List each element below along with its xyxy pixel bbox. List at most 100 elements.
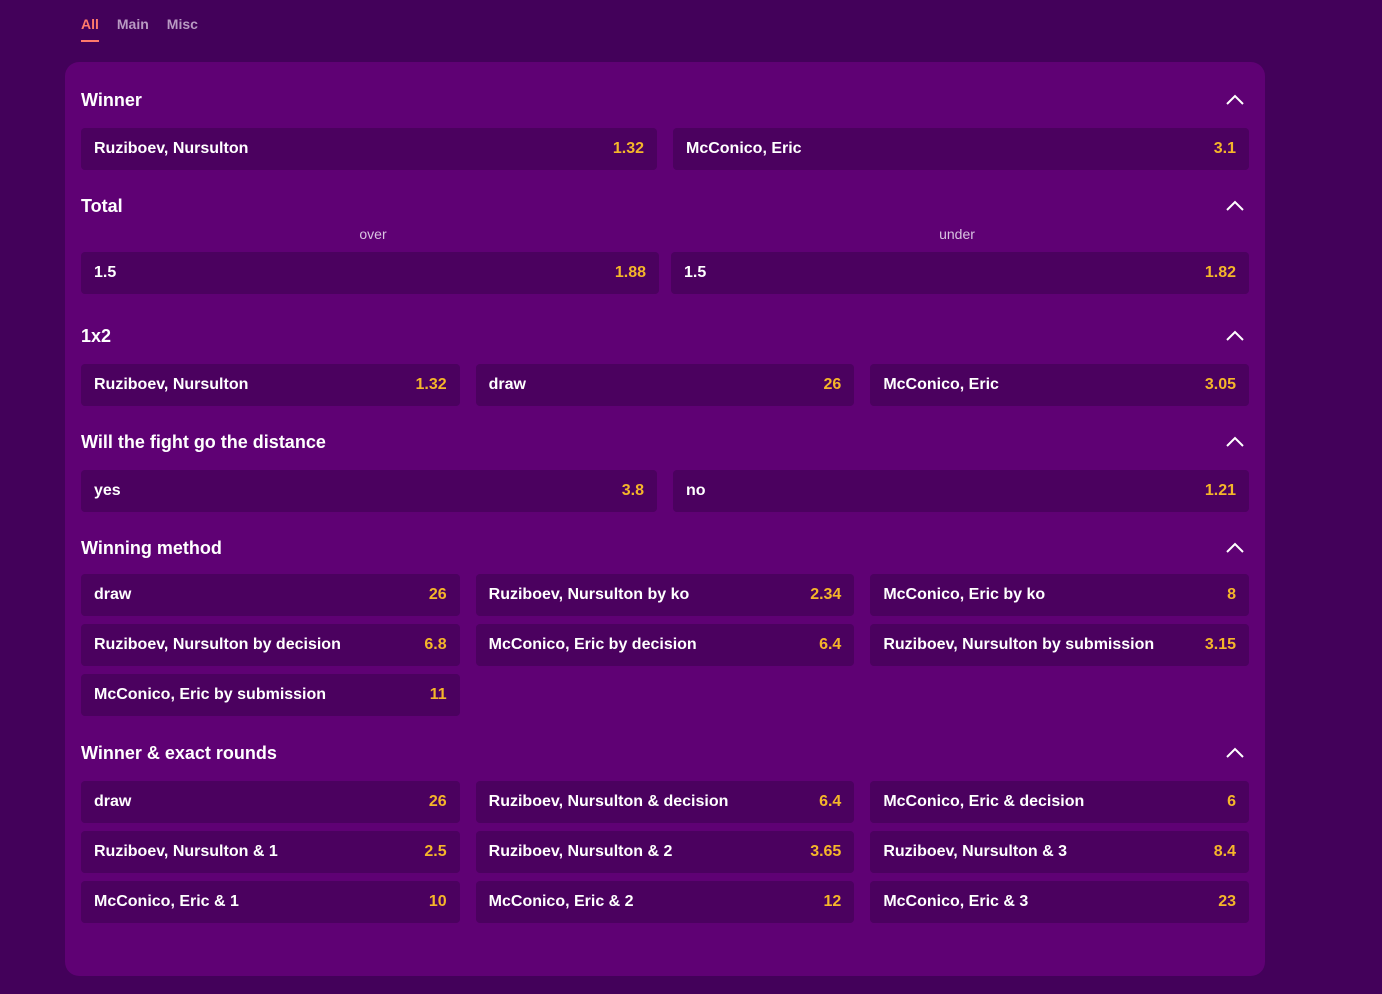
tab-misc[interactable]: Misc <box>167 16 198 40</box>
odds-grid: draw 26 Ruziboev, Nursulton & decision 6.4… <box>81 781 1249 923</box>
market-winning-method: Winning method draw 26 Ruziboev, Nursulto… <box>81 534 1249 716</box>
market-header[interactable]: 1x2 <box>81 322 1249 350</box>
odd-label: Ruziboev, Nursulton & 1 <box>94 843 278 860</box>
odds-grid: draw 26 Ruziboev, Nursulton by ko 2.34 McC… <box>81 574 1249 716</box>
market-total: Total over under 1.5 1.88 1.5 1.82 <box>81 192 1249 294</box>
odd-label: McConico, Eric by submission <box>94 686 327 703</box>
market-title: Winner & exact rounds <box>81 743 277 763</box>
odd-label: McConico, Eric by decision <box>488 636 697 653</box>
market-title: Winning method <box>81 538 222 558</box>
odd-label: McConico, Eric & 1 <box>94 893 239 910</box>
odd-button[interactable]: Ruziboev, Nursulton by decision 6.8 <box>81 624 460 666</box>
market-title: Winner <box>81 90 142 110</box>
odd-label: Ruziboev, Nursulton & 2 <box>488 843 673 860</box>
odd-label: Ruziboev, Nursulton by decision <box>94 636 341 653</box>
odd-value: 26 <box>428 586 447 603</box>
odds-grid: 1.5 1.88 1.5 1.82 <box>81 252 1249 294</box>
market-title: 1x2 <box>81 326 112 346</box>
odd-value: 6.4 <box>819 793 842 810</box>
chevron-up-icon[interactable] <box>1225 743 1245 763</box>
odd-value: 26 <box>428 793 447 810</box>
market-title: Total <box>81 196 123 216</box>
odd-button[interactable]: McConico, Eric & 1 10 <box>81 881 460 923</box>
market-header[interactable]: Total <box>81 192 1249 220</box>
odd-button[interactable]: Ruziboev, Nursulton & 2 3.65 <box>475 831 855 873</box>
odd-value: 10 <box>428 893 447 910</box>
odd-button[interactable]: McConico, Eric by submission 11 <box>81 674 460 716</box>
odd-button[interactable]: McConico, Eric & decision 6 <box>870 781 1249 823</box>
odd-label: 1.5 <box>94 264 117 281</box>
odd-button[interactable]: draw 26 <box>81 574 460 616</box>
chevron-up-icon[interactable] <box>1225 326 1245 346</box>
odd-value: 2.5 <box>424 843 447 860</box>
odd-label: no <box>686 482 706 499</box>
odd-label: yes <box>94 482 121 499</box>
odd-button[interactable]: yes 3.8 <box>81 470 657 512</box>
market-header[interactable]: Winner <box>81 86 1249 114</box>
odd-button[interactable]: McConico, Eric & 3 23 <box>870 881 1249 923</box>
odd-value: 1.82 <box>1204 264 1236 281</box>
chevron-up-icon[interactable] <box>1225 538 1245 558</box>
odd-label: Ruziboev, Nursulton & 3 <box>883 843 1068 860</box>
odd-button[interactable]: Ruziboev, Nursulton & 3 8.4 <box>870 831 1249 873</box>
odds-grid: Ruziboev, Nursulton 1.32 McConico, Eric 3.… <box>81 128 1249 170</box>
market-winner: Winner Ruziboev, Nursulton 1.32 McConico,… <box>81 86 1249 170</box>
markets-panel: Winner Ruziboev, Nursulton 1.32 McConico,… <box>65 62 1265 976</box>
odd-label: Ruziboev, Nursulton <box>94 140 249 157</box>
odd-value: 3.8 <box>621 482 644 499</box>
odd-button[interactable]: McConico, Eric by decision 6.4 <box>475 624 855 666</box>
odd-button[interactable]: Ruziboev, Nursulton 1.32 <box>81 364 460 406</box>
odd-button[interactable]: McConico, Eric 3.05 <box>870 364 1249 406</box>
odd-button[interactable]: Ruziboev, Nursulton by ko 2.34 <box>475 574 855 616</box>
odd-value: 1.32 <box>612 140 644 157</box>
odd-button[interactable]: draw 26 <box>475 364 855 406</box>
odd-label: McConico, Eric by ko <box>883 586 1046 603</box>
chevron-up-icon[interactable] <box>1225 90 1245 110</box>
odd-value: 6.4 <box>819 636 842 653</box>
odd-button[interactable]: McConico, Eric & 2 12 <box>475 881 855 923</box>
market-header[interactable]: Winner & exact rounds <box>81 739 1249 767</box>
odd-label: draw <box>488 376 526 393</box>
odd-label: McConico, Eric <box>883 376 999 393</box>
market-tabs: All Main Misc <box>81 16 198 42</box>
odd-value: 8 <box>1227 586 1236 603</box>
tab-main[interactable]: Main <box>117 16 149 40</box>
chevron-up-icon[interactable] <box>1225 432 1245 452</box>
chevron-up-icon[interactable] <box>1225 196 1245 216</box>
odds-grid: yes 3.8 no 1.21 <box>81 470 1249 512</box>
odd-button[interactable]: Ruziboev, Nursulton & 1 2.5 <box>81 831 460 873</box>
odd-button[interactable]: 1.5 1.82 <box>671 252 1249 294</box>
odd-button[interactable]: McConico, Eric by ko 8 <box>870 574 1249 616</box>
odd-value: 6.8 <box>424 636 447 653</box>
market-header[interactable]: Winning method <box>81 534 1249 562</box>
odd-value: 1.88 <box>614 264 646 281</box>
odd-button[interactable]: Ruziboev, Nursulton by submission 3.15 <box>870 624 1249 666</box>
tab-all[interactable]: All <box>81 16 99 42</box>
total-subheads: over under <box>81 226 1249 246</box>
odd-label: McConico, Eric & 3 <box>883 893 1029 910</box>
odds-grid: Ruziboev, Nursulton 1.32 draw 26 McConico,… <box>81 364 1249 406</box>
odd-label: Ruziboev, Nursulton <box>94 376 249 393</box>
odd-button[interactable]: 1.5 1.88 <box>81 252 659 294</box>
market-header[interactable]: Will the fight go the distance <box>81 428 1249 456</box>
odd-value: 3.1 <box>1213 140 1236 157</box>
odd-label: Ruziboev, Nursulton by submission <box>883 636 1155 653</box>
odd-button[interactable]: no 1.21 <box>673 470 1249 512</box>
odd-value: 12 <box>823 893 842 910</box>
odd-button[interactable]: Ruziboev, Nursulton & decision 6.4 <box>475 781 855 823</box>
odd-value: 11 <box>429 686 447 703</box>
odd-label: Ruziboev, Nursulton by ko <box>488 586 690 603</box>
market-1x2: 1x2 Ruziboev, Nursulton 1.32 draw 26 McCon… <box>81 322 1249 406</box>
odd-button[interactable]: Ruziboev, Nursulton 1.32 <box>81 128 657 170</box>
odd-value: 3.15 <box>1204 636 1236 653</box>
odd-value: 3.65 <box>810 843 842 860</box>
odd-label: McConico, Eric & decision <box>883 793 1085 810</box>
odd-button[interactable]: McConico, Eric 3.1 <box>673 128 1249 170</box>
odd-value: 2.34 <box>810 586 842 603</box>
odd-value: 8.4 <box>1213 843 1236 860</box>
odd-value: 1.32 <box>415 376 447 393</box>
odd-label: Ruziboev, Nursulton & decision <box>488 793 729 810</box>
odd-label: McConico, Eric & 2 <box>488 893 634 910</box>
market-title: Will the fight go the distance <box>81 432 326 452</box>
odd-button[interactable]: draw 26 <box>81 781 460 823</box>
